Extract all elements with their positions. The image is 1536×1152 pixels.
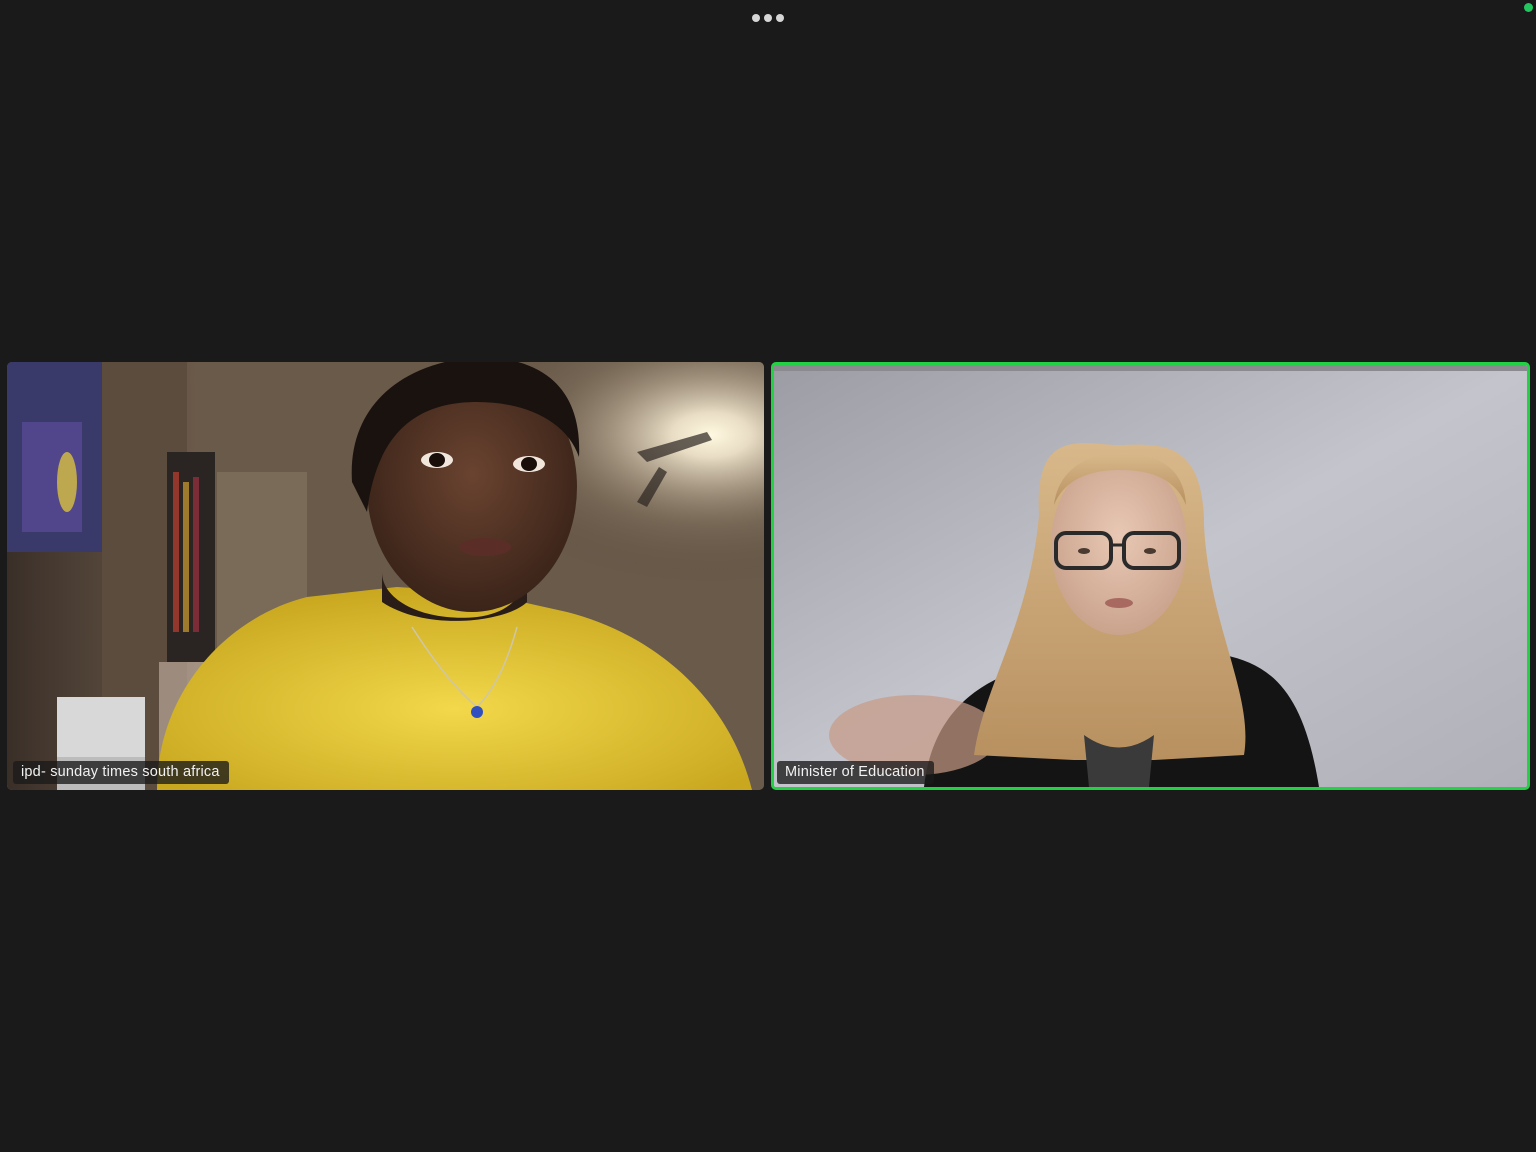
participant-name-label: Minister of Education bbox=[777, 761, 934, 784]
participant-name-label: ipd- sunday times south africa bbox=[13, 761, 229, 784]
participant-video-tile[interactable]: ipd- sunday times south africa bbox=[7, 362, 764, 790]
video-call-window: ipd- sunday times south africa Minister … bbox=[0, 0, 1536, 1152]
participant-video-feed bbox=[7, 362, 764, 790]
connection-status-indicator bbox=[1524, 3, 1533, 12]
more-options-button[interactable] bbox=[744, 8, 792, 28]
participant-video-feed bbox=[774, 365, 1527, 787]
ellipsis-icon bbox=[752, 14, 760, 22]
active-speaker-video-tile[interactable]: Minister of Education bbox=[771, 362, 1530, 790]
